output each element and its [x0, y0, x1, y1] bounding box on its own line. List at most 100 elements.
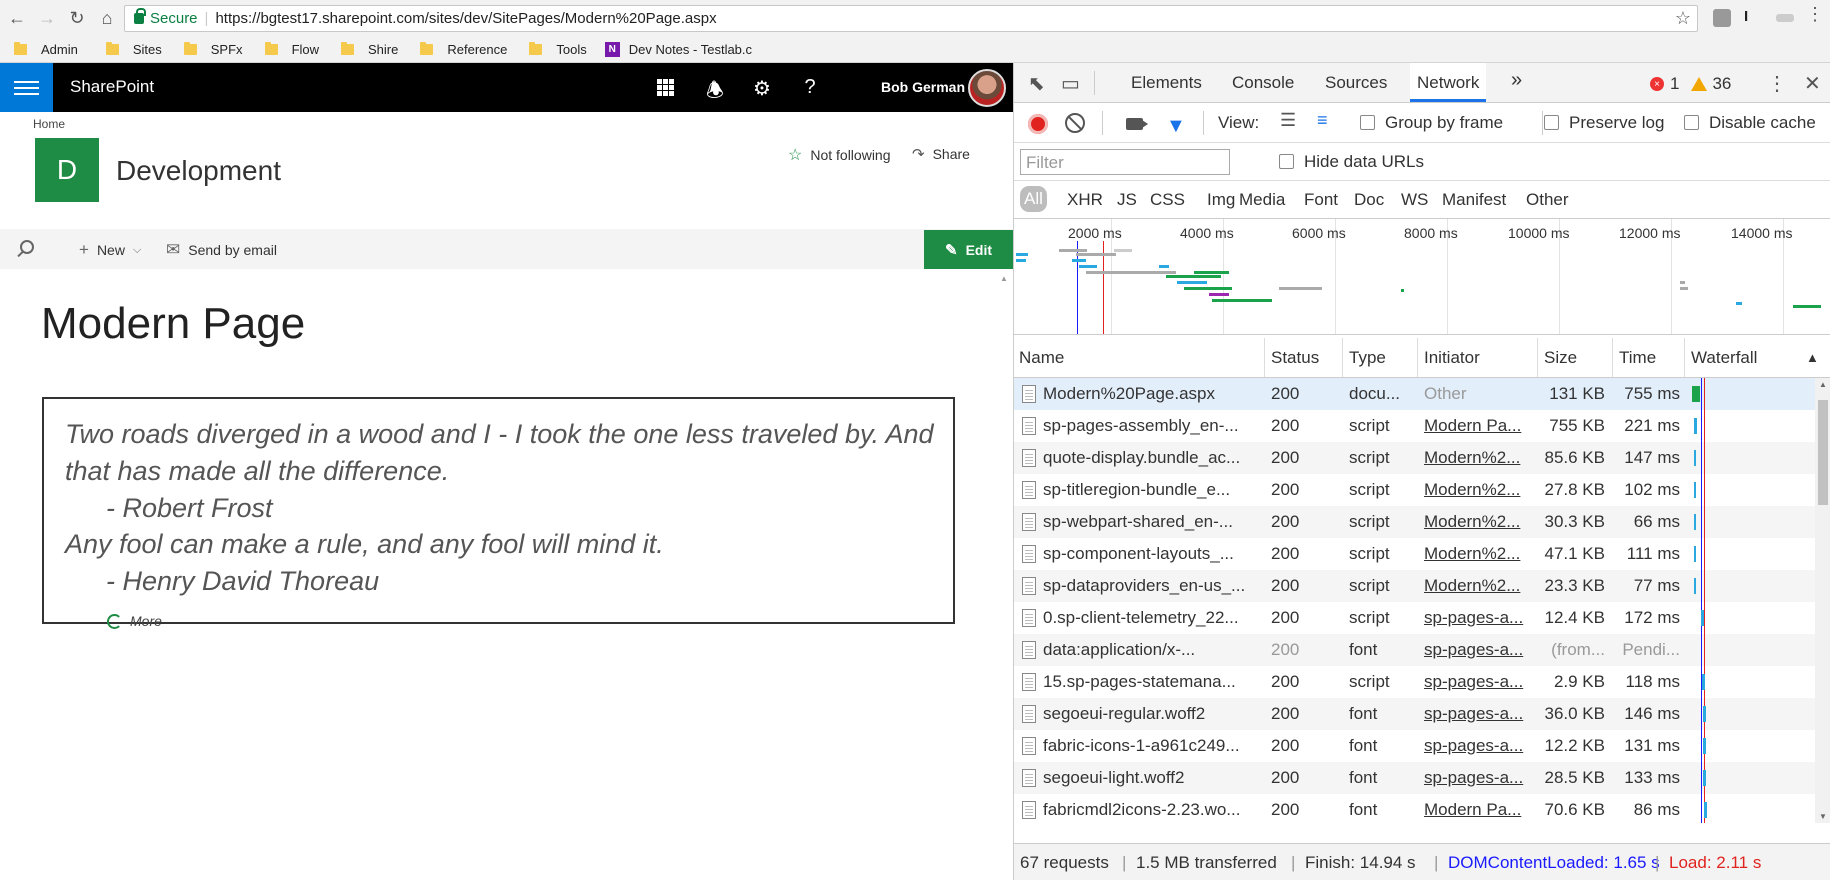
scroll-thumb[interactable]: [1818, 400, 1828, 505]
extension-i-icon[interactable]: I: [1744, 8, 1752, 26]
bookmark-flow[interactable]: Flow: [264, 41, 319, 57]
column-type[interactable]: Type: [1349, 348, 1386, 368]
app-launcher-button[interactable]: [0, 63, 53, 112]
bookmark-reference[interactable]: Reference: [420, 41, 507, 57]
scroll-up-icon[interactable]: ▲: [1000, 274, 1008, 283]
bell-icon[interactable]: 🕭: [703, 76, 727, 110]
tab-console[interactable]: Console: [1232, 73, 1294, 93]
page-scrollbar[interactable]: ▲: [996, 271, 1013, 880]
table-row[interactable]: sp-component-layouts_... 200 script Modern%…: [1014, 538, 1830, 570]
bookmark-admin[interactable]: Admin: [14, 41, 78, 57]
preserve-log-checkbox[interactable]: Preserve log: [1544, 113, 1664, 133]
request-initiator[interactable]: Modern%2...: [1424, 448, 1529, 468]
tab-sources[interactable]: Sources: [1325, 73, 1387, 93]
table-row[interactable]: fabric-icons-1-a961c249... 200 font sp-page…: [1014, 730, 1830, 762]
site-logo[interactable]: D: [35, 138, 99, 202]
column-status[interactable]: Status: [1271, 348, 1319, 368]
device-toolbar-icon[interactable]: ▭: [1061, 71, 1080, 96]
site-title[interactable]: Development: [116, 155, 281, 187]
bookmark-star-icon[interactable]: ☆: [1675, 8, 1691, 29]
edit-button[interactable]: ✎ Edit: [924, 230, 1013, 269]
request-initiator[interactable]: Modern%2...: [1424, 544, 1529, 564]
back-arrow-icon[interactable]: ←: [4, 5, 30, 31]
column-initiator[interactable]: Initiator: [1424, 348, 1480, 368]
table-row[interactable]: sp-dataproviders_en-us_... 200 script Moder…: [1014, 570, 1830, 602]
type-css[interactable]: CSS: [1150, 190, 1185, 210]
extension-bar-icon[interactable]: [1776, 14, 1794, 22]
type-all[interactable]: All: [1020, 186, 1047, 212]
type-img[interactable]: Img: [1207, 190, 1235, 210]
checkbox[interactable]: [1684, 115, 1699, 130]
bookmark-sites[interactable]: Sites: [105, 41, 162, 57]
request-initiator[interactable]: sp-pages-a...: [1424, 736, 1529, 756]
table-row[interactable]: sp-titleregion-bundle_e... 200 script Moder…: [1014, 474, 1830, 506]
type-js[interactable]: JS: [1117, 190, 1137, 210]
reload-icon[interactable]: ↻: [64, 5, 90, 31]
menu-dots-icon[interactable]: ⋮: [1806, 4, 1824, 24]
checkbox[interactable]: [1360, 115, 1375, 130]
table-row[interactable]: 0.sp-client-telemetry_22... 200 script sp-p…: [1014, 602, 1830, 634]
user-name[interactable]: Bob German: [881, 79, 965, 95]
disable-cache-checkbox[interactable]: Disable cache: [1684, 113, 1816, 133]
share-button[interactable]: ↷ Share: [912, 145, 970, 163]
sort-icon[interactable]: ▲: [1806, 350, 1819, 365]
overview-icon[interactable]: ≡: [1317, 110, 1328, 131]
apps-grid-icon[interactable]: [657, 79, 674, 96]
request-initiator[interactable]: sp-pages-a...: [1424, 672, 1529, 692]
error-warning-counter[interactable]: × 1 36: [1650, 74, 1731, 94]
group-by-frame-checkbox[interactable]: Group by frame: [1360, 113, 1503, 133]
type-xhr[interactable]: XHR: [1067, 190, 1103, 210]
table-row[interactable]: segoeui-regular.woff2 200 font sp-pages-a..…: [1014, 698, 1830, 730]
capture-screenshots-icon[interactable]: [1126, 118, 1148, 130]
hide-data-urls-checkbox[interactable]: Hide data URLs: [1279, 152, 1424, 172]
request-initiator[interactable]: Modern Pa...: [1424, 416, 1529, 436]
request-initiator[interactable]: Modern%2...: [1424, 480, 1529, 500]
table-row[interactable]: sp-pages-assembly_en-... 200 script Modern …: [1014, 410, 1830, 442]
scroll-down-icon[interactable]: ▼: [1819, 812, 1827, 821]
clear-icon[interactable]: [1065, 113, 1085, 133]
type-manifest[interactable]: Manifest: [1442, 190, 1506, 210]
breadcrumb[interactable]: Home: [33, 117, 65, 131]
more-button[interactable]: More: [107, 613, 162, 629]
column-time[interactable]: Time: [1619, 348, 1656, 368]
table-row[interactable]: data:application/x-... 200 font sp-pages-a.…: [1014, 634, 1830, 666]
filter-input[interactable]: Filter: [1020, 149, 1230, 175]
bookmark-spfx[interactable]: SPFx: [183, 41, 243, 57]
table-row[interactable]: segoeui-light.woff2 200 font sp-pages-a... 2…: [1014, 762, 1830, 794]
help-icon[interactable]: ?: [798, 76, 822, 99]
tab-elements[interactable]: Elements: [1131, 73, 1202, 93]
requests-scrollbar[interactable]: ▲ ▼: [1815, 378, 1830, 823]
table-row[interactable]: sp-webpart-shared_en-... 200 script Modern%…: [1014, 506, 1830, 538]
extension-icon[interactable]: [1713, 9, 1731, 27]
table-row[interactable]: Modern%20Page.aspx 200 docu... Other 131 KB 7…: [1014, 378, 1830, 410]
request-initiator[interactable]: sp-pages-a...: [1424, 640, 1529, 660]
type-ws[interactable]: WS: [1401, 190, 1428, 210]
address-bar[interactable]: Secure | https://bgtest17.sharepoint.com…: [124, 5, 1698, 32]
type-doc[interactable]: Doc: [1354, 190, 1384, 210]
avatar[interactable]: [968, 69, 1006, 107]
type-media[interactable]: Media: [1239, 190, 1285, 210]
search-icon[interactable]: [20, 240, 34, 254]
column-size[interactable]: Size: [1544, 348, 1577, 368]
brand-label[interactable]: SharePoint: [70, 77, 154, 97]
request-initiator[interactable]: Other: [1424, 384, 1529, 404]
request-initiator[interactable]: sp-pages-a...: [1424, 704, 1529, 724]
more-tabs-icon[interactable]: »: [1511, 69, 1522, 92]
gear-icon[interactable]: ⚙: [750, 76, 774, 101]
table-row[interactable]: fabricmdl2icons-2.23.wo... 200 font Modern …: [1014, 794, 1830, 823]
send-by-email-button[interactable]: ✉ Send by email: [166, 240, 277, 260]
tab-network[interactable]: Network: [1410, 63, 1487, 102]
column-name[interactable]: Name: [1019, 348, 1064, 368]
table-row[interactable]: 15.sp-pages-statemana... 200 script sp-page…: [1014, 666, 1830, 698]
request-initiator[interactable]: sp-pages-a...: [1424, 608, 1529, 628]
filter-funnel-icon[interactable]: ▼: [1166, 115, 1186, 138]
bookmark-tools[interactable]: Tools: [529, 41, 587, 57]
inspect-element-icon[interactable]: ⬉: [1028, 71, 1045, 96]
table-row[interactable]: quote-display.bundle_ac... 200 script Moder…: [1014, 442, 1830, 474]
url-text[interactable]: https://bgtest17.sharepoint.com/sites/de…: [215, 10, 716, 27]
request-initiator[interactable]: Modern Pa...: [1424, 800, 1529, 820]
type-other[interactable]: Other: [1526, 190, 1569, 210]
kebab-menu-icon[interactable]: ⋮: [1767, 71, 1787, 96]
type-font[interactable]: Font: [1304, 190, 1338, 210]
bookmark-dev-notes[interactable]: N Dev Notes - Testlab.c: [604, 41, 752, 57]
